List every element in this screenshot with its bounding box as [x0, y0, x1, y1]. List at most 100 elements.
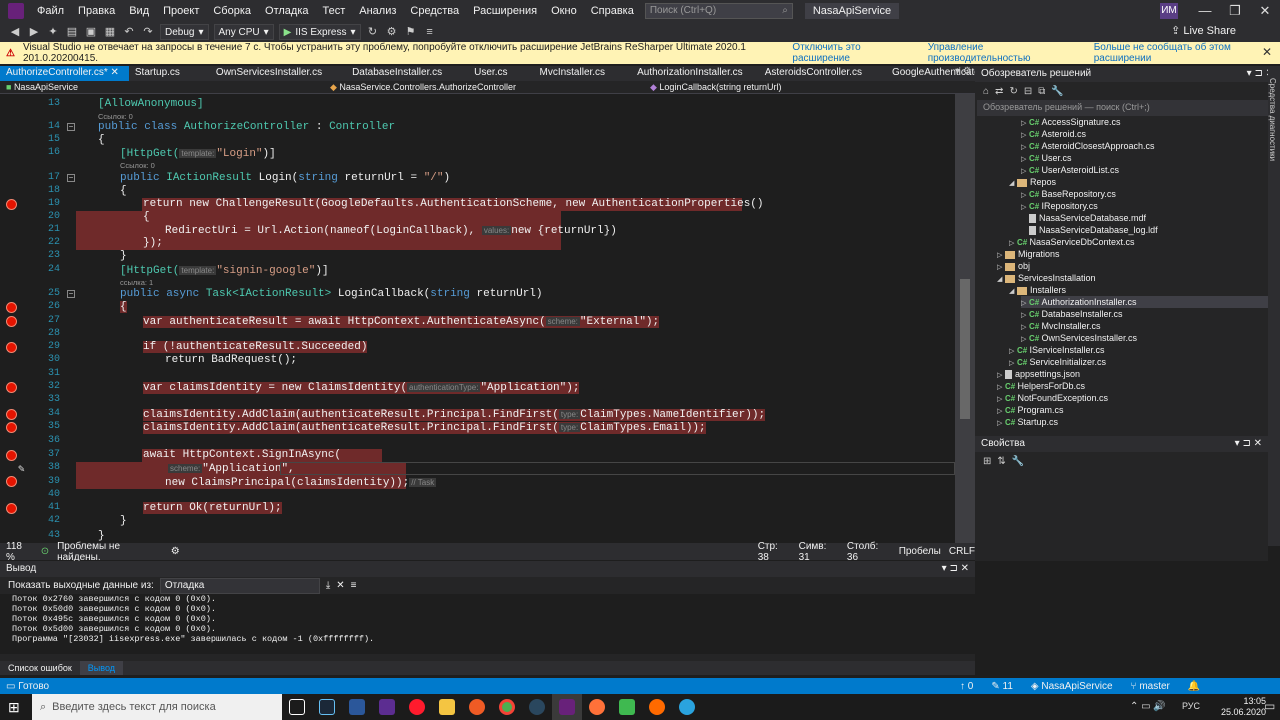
menu-item[interactable]: Правка — [71, 5, 122, 17]
project-dropdown[interactable]: ■ NasaApiService — [0, 82, 330, 92]
menu-item[interactable]: Отладка — [258, 5, 315, 17]
tab-asteroidscontroller[interactable]: AsteroidsController.cs — [753, 66, 872, 81]
search-input[interactable]: Поиск (Ctrl+Q) ⌕ — [644, 3, 793, 19]
tree-item[interactable]: ▷ C# DatabaseInstaller.cs — [1021, 308, 1280, 320]
tree-item[interactable]: ▷ Migrations — [997, 248, 1280, 260]
windows-start-icon[interactable]: ⊞ — [8, 699, 24, 715]
refresh-icon[interactable]: ↻ — [366, 25, 380, 39]
tree-item[interactable]: ▷ C# Program.cs — [997, 404, 1280, 416]
output-source-select[interactable]: Отладка — [159, 577, 320, 594]
class-dropdown[interactable]: ◆ NasaService.Controllers.AuthorizeContr… — [330, 82, 650, 93]
collapse-icon[interactable]: − — [67, 174, 75, 183]
visual-studio-icon[interactable] — [552, 694, 582, 720]
breakpoint-icon[interactable] — [6, 409, 17, 420]
tree-item[interactable]: ▷ C# AccessSignature.cs — [1021, 116, 1280, 128]
tab-ownservicesinstaller[interactable]: OwnServicesInstaller.cs — [190, 66, 332, 81]
breakpoint-icon[interactable] — [6, 422, 17, 433]
collapse-icon[interactable]: − — [67, 123, 75, 132]
branch[interactable]: ⑂ master — [1131, 681, 1170, 692]
panel-controls-icon[interactable]: ▾ ⊐ ✕ — [942, 563, 969, 574]
tab-overflow-icon[interactable]: ▾ ⚙ — [955, 66, 975, 81]
tree-item[interactable]: ◢ ServicesInstallation — [997, 272, 1280, 284]
scrollbar-thumb[interactable] — [960, 279, 970, 419]
home-icon[interactable]: ⌂ — [983, 86, 989, 97]
tree-item[interactable]: ▷ C# ServiceInitializer.cs — [1009, 356, 1280, 368]
live-share-button[interactable]: ⇪ Live Share — [1171, 24, 1236, 37]
whitespace-mode[interactable]: Пробелы — [899, 546, 941, 557]
output-text[interactable]: Поток 0x2760 завершился с кодом 0 (0x0).… — [0, 594, 975, 654]
breakpoint-icon[interactable] — [6, 302, 17, 313]
tab-authorizationinstaller[interactable]: AuthorizationInstaller.cs — [615, 66, 753, 81]
postman-icon[interactable] — [462, 694, 492, 720]
tree-item[interactable]: ▷ C# Startup.cs — [997, 416, 1280, 428]
tree-item[interactable]: ▷ C# AsteroidClosestApproach.cs — [1021, 140, 1280, 152]
redo-icon[interactable]: ↷ — [141, 25, 155, 39]
platform-select[interactable]: Any CPU ▾ — [213, 24, 274, 40]
tree-item[interactable]: ▷ C# UserAsteroidList.cs — [1021, 164, 1280, 176]
menu-item[interactable]: Вид — [122, 5, 156, 17]
breakpoint-icon[interactable] — [6, 316, 17, 327]
diagnostics-tab[interactable]: Средства диагностики — [1268, 66, 1280, 546]
minimize-icon[interactable]: — — [1190, 0, 1220, 22]
tab-error-list[interactable]: Список ошибок — [0, 661, 80, 675]
wrap-icon[interactable]: ≡ — [351, 580, 357, 591]
tab-startup[interactable]: Startup.cs — [129, 66, 190, 81]
tab-output[interactable]: Вывод — [79, 661, 124, 675]
close-icon[interactable]: ✕ — [1250, 0, 1280, 22]
menu-item[interactable]: Сборка — [206, 5, 258, 17]
tool-icon[interactable] — [612, 694, 642, 720]
undo-icon[interactable]: ↶ — [122, 25, 136, 39]
find-icon[interactable]: ⤓ — [326, 580, 330, 591]
editor-scrollbar[interactable] — [955, 94, 975, 543]
repository[interactable]: ◈ NasaApiService — [1031, 681, 1113, 692]
tree-item-selected[interactable]: ▷ C# AuthorizationInstaller.cs — [1021, 296, 1280, 308]
steam-icon[interactable] — [312, 694, 342, 720]
run-button[interactable]: ▶ IIS Express ▾ — [278, 24, 361, 40]
open-icon[interactable]: ▤ — [65, 25, 79, 39]
push-count[interactable]: ↑ 0 — [960, 681, 973, 692]
tree-item[interactable]: ◢ Installers — [1009, 284, 1280, 296]
taskbar-search-input[interactable]: ⌕ Введите здесь текст для поиска — [32, 694, 282, 720]
collapse-all-icon[interactable]: ⊟ — [1024, 86, 1032, 97]
back-icon[interactable]: ◀ — [8, 25, 22, 39]
tree-item[interactable]: ▷ C# MvcInstaller.cs — [1021, 320, 1280, 332]
code-lens[interactable]: ссылка: 1 — [120, 278, 153, 288]
tree-item[interactable]: ▷ C# IRepository.cs — [1021, 200, 1280, 212]
pin-icon[interactable]: ✕ — [111, 67, 119, 78]
breakpoint-icon[interactable] — [6, 450, 17, 461]
tab-mvcinstaller[interactable]: MvcInstaller.cs — [517, 66, 615, 81]
menu-item[interactable]: Файл — [30, 5, 71, 17]
categorized-icon[interactable]: ⊞ — [983, 456, 991, 467]
menu-item[interactable]: Тест — [316, 5, 353, 17]
comment-icon[interactable]: ≡ — [423, 25, 437, 39]
menu-item[interactable]: Справка — [584, 5, 641, 17]
tree-item[interactable]: ▷ C# HelpersForDb.cs — [997, 380, 1280, 392]
tree-item[interactable]: ▷ C# BaseRepository.cs — [1021, 188, 1280, 200]
breakpoint-icon[interactable] — [6, 476, 17, 487]
solution-search-input[interactable]: Обозреватель решений — поиск (Ctrl+;) — [977, 100, 1278, 116]
notifications-icon[interactable]: ▭ — [1264, 699, 1275, 713]
refresh-icon[interactable]: ↻ — [1009, 86, 1017, 97]
line-ending[interactable]: CRLF — [949, 546, 975, 557]
breakpoint-icon[interactable] — [6, 199, 17, 210]
alphabetical-icon[interactable]: ⇅ — [997, 456, 1005, 467]
changes-count[interactable]: ✎ 11 — [991, 681, 1013, 692]
app-icon[interactable] — [372, 694, 402, 720]
problems-status[interactable]: Проблемы не найдены. — [57, 541, 163, 563]
tab-authorizecontroller[interactable]: AuthorizeController.cs* ✕ — [0, 66, 129, 81]
maximize-icon[interactable]: ❐ — [1220, 0, 1250, 22]
dont-show-again-link[interactable]: Больше не сообщать об этом расширении — [1094, 42, 1280, 64]
clear-icon[interactable]: ✕ — [336, 580, 344, 591]
opera-icon[interactable] — [402, 694, 432, 720]
sync-icon[interactable]: ⇄ — [995, 86, 1003, 97]
tree-item[interactable]: ▷ C# NasaServiceDbContext.cs — [1009, 236, 1280, 248]
tree-item[interactable]: ▷ C# IServiceInstaller.cs — [1009, 344, 1280, 356]
tree-item[interactable]: NasaServiceDatabase.mdf — [1021, 212, 1280, 224]
show-all-icon[interactable]: ⧉ — [1038, 86, 1045, 97]
tree-item[interactable]: ▷ C# OwnServicesInstaller.cs — [1021, 332, 1280, 344]
tab-databaseinstaller[interactable]: DatabaseInstaller.cs — [332, 66, 452, 81]
wrench-icon[interactable]: 🔧 — [1012, 456, 1024, 467]
save-icon[interactable]: ▣ — [84, 25, 98, 39]
tray-icons[interactable]: ⌃ ▭ 🔊 — [1130, 701, 1166, 712]
language-indicator[interactable]: РУС — [1182, 701, 1200, 711]
